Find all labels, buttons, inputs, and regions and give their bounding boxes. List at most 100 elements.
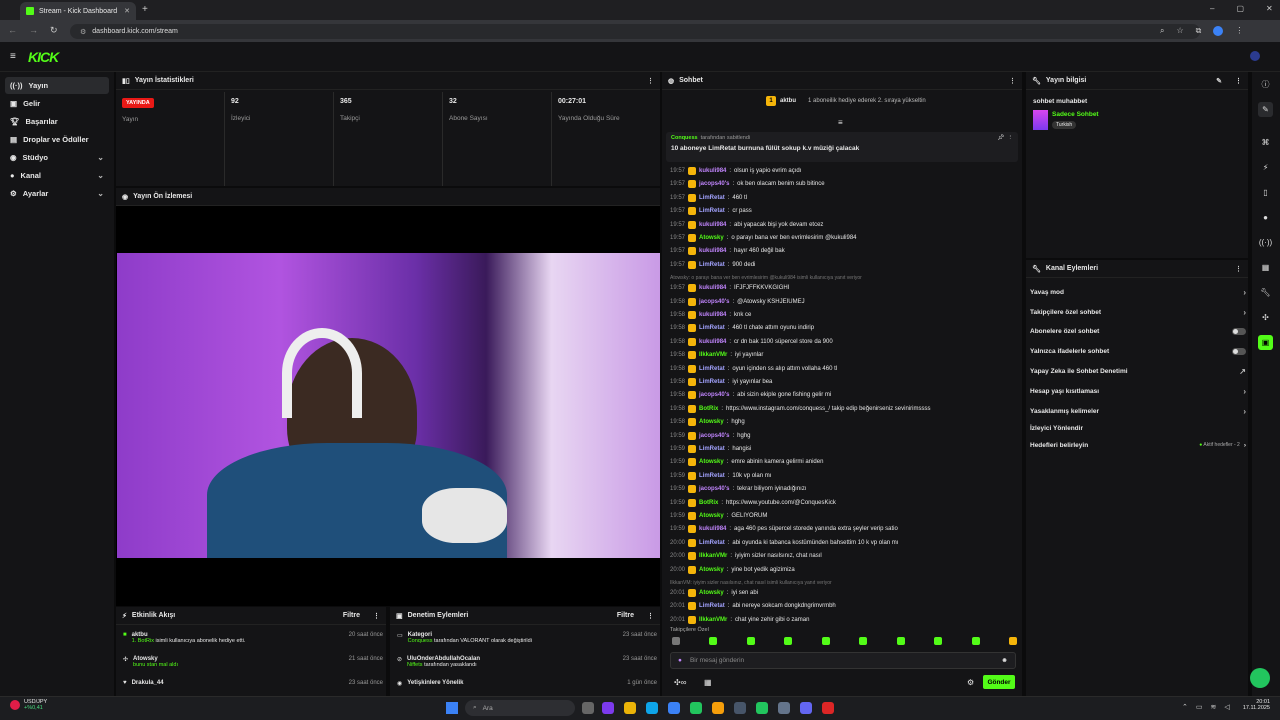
chat-username[interactable]: BotRix: [699, 500, 718, 506]
chat-message[interactable]: 20:01 IlkkanVMr: chat yine zehir gibi o za…: [670, 615, 1015, 625]
chat-message[interactable]: 19:59 Atowsky: GELIYORUM: [670, 511, 1015, 521]
chat-message[interactable]: 20:00 Atowsky: yine bot yedik agizimiza: [670, 565, 1015, 575]
zoom-icon[interactable]: ⌕: [1160, 26, 1164, 36]
sidebar-item-basarilar[interactable]: 🏆︎ Başarılar: [5, 113, 109, 130]
volume-icon[interactable]: ◁: [1224, 703, 1229, 711]
edit-icon[interactable]: ✎: [1258, 102, 1273, 117]
browser-menu-icon[interactable]: ⋮: [1235, 26, 1243, 36]
chat-message[interactable]: 19:58 BotRix: https://www.instagram.com/co…: [670, 404, 1015, 414]
emote-icon[interactable]: [821, 637, 830, 645]
action-subscribers-only[interactable]: Abonelere özel sohbet: [1030, 325, 1246, 337]
chat-message[interactable]: 19:57 LimRetat: cr pass: [670, 206, 1015, 216]
chat-username[interactable]: LimRetat: [699, 540, 725, 546]
store-icon[interactable]: [668, 702, 680, 714]
chat-username[interactable]: kukuli984: [699, 285, 726, 291]
emote-icon[interactable]: [859, 637, 868, 645]
chat-message[interactable]: 19:59 LimRetat:10k vp olan mı: [670, 471, 1015, 481]
site-info-icon[interactable]: ⚙: [80, 28, 86, 36]
action-followers-only[interactable]: Takipçilere özel sohbet ›: [1030, 306, 1246, 318]
emote-icon[interactable]: [709, 637, 718, 645]
file-explorer-icon[interactable]: [624, 702, 636, 714]
action-account-age[interactable]: Hesap yaşı kısıtlaması ›: [1030, 385, 1246, 397]
chat-message[interactable]: 19:58 LimRetat: oyun içinden ss alıp attım…: [670, 364, 1015, 374]
chat-username[interactable]: IlkkanVMr: [699, 617, 727, 623]
chat-message[interactable]: 19:57 LimRetat:460 tl: [670, 193, 1015, 203]
profile-avatar[interactable]: [1213, 26, 1224, 36]
chat-message[interactable]: 20:00 IlkkanVMr: iyiyim sizler nasılsınız,…: [670, 551, 1015, 561]
chat-message[interactable]: 19:59 BotRix: https://www.youtube.com/@Con…: [670, 498, 1015, 508]
chat-message[interactable]: 19:58 LimRetat: iyi yayınlar bea: [670, 377, 1015, 387]
settings-icon[interactable]: [778, 702, 790, 714]
chat-message[interactable]: 19:57 Atowsky: o parayı bana ver ben evrim…: [670, 233, 1015, 243]
edge-icon[interactable]: [646, 702, 658, 714]
more-icon[interactable]: ⋮: [1235, 77, 1242, 85]
chat-username[interactable]: BotRix: [699, 406, 718, 412]
emotes-only-toggle[interactable]: [1232, 347, 1246, 355]
settings-icon[interactable]: ⚙: [967, 678, 974, 687]
chat-message[interactable]: 19:57 jacops40's: ok ben olacam benim sub …: [670, 179, 1015, 189]
obs-icon[interactable]: [822, 702, 834, 714]
chat-username[interactable]: Atowsky: [699, 235, 724, 241]
filter-button[interactable]: Filtre: [343, 612, 360, 619]
chat-message[interactable]: 19:57 kukuli984: IFJFJFFKKVKGIGHI: [670, 283, 1015, 293]
emote-icon[interactable]: [971, 637, 980, 645]
pin-icon[interactable]: ≡: [838, 118, 843, 127]
chat-username[interactable]: Atowsky: [699, 513, 724, 519]
more-icon[interactable]: ⋮: [1235, 265, 1242, 273]
sidebar-item-yayin[interactable]: ((·)) Yayın: [5, 77, 109, 94]
chat-message[interactable]: 19:58 LimRetat:460 tl chate attım oyunu i…: [670, 323, 1015, 333]
action-goals[interactable]: Hedefleri belirleyin ● Aktif hedefler - 2…: [1030, 439, 1246, 451]
mod-icon[interactable]: ⌘: [1258, 135, 1273, 150]
chat-message[interactable]: 19:59 LimRetat: hangisi: [670, 444, 1015, 454]
weather-ticker[interactable]: USD/JPY +%0,41: [10, 699, 47, 711]
wrench-icon[interactable]: 🔧︎: [1258, 285, 1273, 300]
more-icon[interactable]: ⋮: [1009, 77, 1016, 85]
action-ai-moderation[interactable]: Yapay Zeka ile Sohbet Denetimi ↗: [1030, 365, 1246, 377]
emoji-icon[interactable]: ☻: [1001, 657, 1008, 664]
clock[interactable]: 20:01 17.11.2025: [1240, 699, 1270, 711]
more-icon[interactable]: ⋮: [373, 612, 380, 620]
chat-username[interactable]: jacops40's: [699, 299, 729, 305]
new-tab-icon[interactable]: +: [142, 4, 148, 15]
maximize-icon[interactable]: ▢: [1236, 4, 1244, 13]
chat-reply-note[interactable]: IlkkanVM: iyiyim sizler nasılsınız, chat…: [670, 578, 1015, 588]
chat-username[interactable]: Atowsky: [699, 567, 724, 573]
chat-username[interactable]: jacops40's: [699, 181, 729, 187]
action-banned-words[interactable]: Yasaklanmış kelimeler ›: [1030, 405, 1246, 417]
support-chat-icon[interactable]: [1250, 668, 1270, 688]
edit-icon[interactable]: ✎: [1216, 77, 1222, 85]
chat-bubble-icon[interactable]: ●: [1258, 210, 1273, 225]
emote-icon[interactable]: [746, 637, 755, 645]
chat-username[interactable]: kukuli984: [699, 339, 726, 345]
back-icon[interactable]: ←: [8, 25, 17, 36]
chat-username[interactable]: LimRetat: [699, 379, 725, 385]
chat-message[interactable]: 20:00 LimRetat: abi oyunda ki tabanca kost…: [670, 538, 1015, 548]
chat-username[interactable]: Atowsky: [699, 590, 724, 596]
chat-message[interactable]: 19:59 jacops40's: tekrar biliyom iyinadığı…: [670, 484, 1015, 494]
chat-message[interactable]: 19:57 kukuli984: abi yapacak bişi yok deva…: [670, 220, 1015, 230]
chat-username[interactable]: Atowsky: [699, 419, 724, 425]
chat-username[interactable]: IlkkanVMr: [699, 352, 727, 358]
sidebar-item-ayarlar[interactable]: ⚙ Ayarlar ⌄: [5, 185, 109, 202]
chat-username[interactable]: Atowsky: [699, 459, 724, 465]
browser-tab[interactable]: Stream - Kick Dashboard ✕: [20, 2, 136, 20]
more-icon[interactable]: ⋮: [647, 77, 654, 85]
sidebar-item-studyo[interactable]: ◉ Stüdyo ⌄: [5, 149, 109, 166]
sidebar-item-kanal[interactable]: ● Kanal ⌄: [5, 167, 109, 184]
chevron-up-icon[interactable]: ⌃: [1182, 703, 1188, 711]
chrome-icon[interactable]: [712, 702, 724, 714]
info-icon[interactable]: ⓘ: [1258, 77, 1273, 92]
chrome-active-icon[interactable]: [734, 702, 746, 714]
chat-message[interactable]: 19:59 Atowsky: emre abinin kamera gelirmi …: [670, 457, 1015, 467]
mic-icon[interactable]: ●: [678, 657, 682, 664]
emote-icon[interactable]: [934, 637, 943, 645]
chat-message[interactable]: 19:58 kukuli984: cr dn bak 1100 süpercel s…: [670, 337, 1015, 347]
chat-username[interactable]: LimRetat: [699, 195, 725, 201]
share-icon[interactable]: ✣: [1258, 310, 1273, 325]
chat-username[interactable]: LimRetat: [699, 262, 725, 268]
chat-username[interactable]: kukuli984: [699, 526, 726, 532]
reload-icon[interactable]: ↻: [50, 25, 58, 36]
category-name[interactable]: Sadece Sohbet: [1052, 111, 1099, 118]
chat-username[interactable]: jacops40's: [699, 486, 729, 492]
discord-icon[interactable]: [800, 702, 812, 714]
